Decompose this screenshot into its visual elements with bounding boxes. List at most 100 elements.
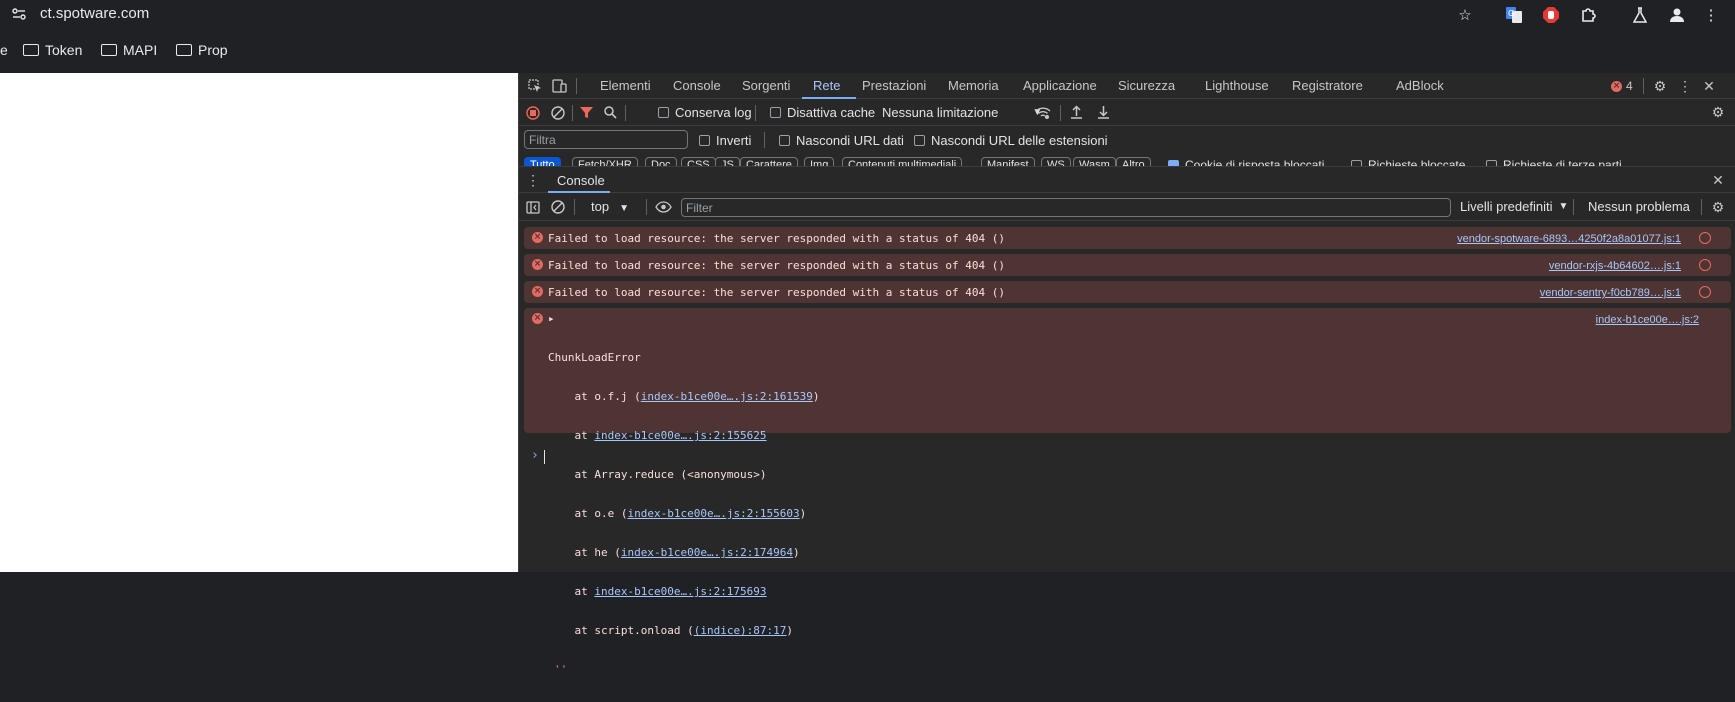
clear-icon[interactable]	[550, 105, 565, 120]
chip-manifest[interactable]: Manifest	[981, 157, 1035, 166]
translate-extension-icon[interactable]: G	[1504, 5, 1524, 25]
tab-applicazione[interactable]: Applicazione	[1023, 78, 1097, 93]
record-stop-icon[interactable]	[525, 105, 540, 120]
tab-rete[interactable]: Rete	[813, 78, 840, 93]
folder-icon	[23, 44, 39, 56]
disable-cache-checkbox[interactable]: Disattiva cache	[770, 105, 875, 120]
bookmark-star-icon[interactable]: ☆	[1455, 5, 1475, 25]
tab-console[interactable]: Console	[673, 78, 721, 93]
browser-menu-icon[interactable]: ⋮	[1701, 5, 1721, 25]
tab-sicurezza[interactable]: Sicurezza	[1118, 78, 1175, 93]
chip-other[interactable]: Altro	[1116, 157, 1151, 166]
tab-registratore[interactable]: Registratore	[1292, 78, 1363, 93]
chip-doc[interactable]: Doc	[645, 157, 677, 166]
console-settings-gear-icon[interactable]: ⚙	[1710, 199, 1726, 215]
invert-checkbox[interactable]: Inverti	[699, 133, 751, 148]
hide-data-urls-checkbox[interactable]: Nascondi URL dati	[779, 133, 904, 148]
bookmark-item[interactable]: e	[0, 42, 8, 58]
chip-font[interactable]: Carattere	[740, 157, 798, 166]
tab-adblock[interactable]: AdBlock	[1396, 78, 1444, 93]
console-input[interactable]	[544, 450, 545, 464]
stack-frame-link[interactable]: index-b1ce00e….js:2:174964	[621, 546, 793, 559]
message-source-link[interactable]: index-b1ce00e….js:2	[1596, 314, 1699, 326]
tab-prestazioni[interactable]: Prestazioni	[862, 78, 926, 93]
expand-toggle-icon[interactable]: ▸	[548, 312, 555, 325]
chip-js[interactable]: JS	[715, 157, 740, 166]
context-select[interactable]: top ▼	[591, 199, 629, 214]
chip-ws[interactable]: WS	[1041, 157, 1071, 166]
bookmark-folder-prop[interactable]: Prop	[176, 42, 228, 58]
search-icon[interactable]	[603, 105, 618, 120]
network-filter-row: Filtra Inverti Nascondi URL dati Nascond…	[519, 126, 1735, 153]
error-icon: ×	[532, 313, 543, 324]
blocked-cookies-checkbox[interactable]: Cookie di risposta bloccati	[1168, 158, 1324, 166]
preserve-log-checkbox[interactable]: Conserva log	[658, 105, 752, 120]
tab-memoria[interactable]: Memoria	[948, 78, 999, 93]
sidebar-toggle-icon[interactable]	[525, 199, 541, 215]
network-conditions-icon[interactable]	[1034, 104, 1051, 121]
filter-funnel-icon[interactable]	[579, 105, 594, 120]
close-drawer-icon[interactable]: ✕	[1710, 172, 1726, 188]
omnibox[interactable]: ct.spotware.com ☆ G ⋮	[0, 0, 1735, 30]
devtools-menu-icon[interactable]: ⋮	[1677, 78, 1693, 94]
third-party-checkbox[interactable]: Richieste di terze parti	[1486, 158, 1622, 166]
clear-console-icon[interactable]	[550, 199, 566, 215]
site-settings-icon[interactable]	[12, 8, 26, 20]
console-filter-input[interactable]: Filter	[681, 198, 1451, 217]
error-title: ChunkLoadError	[548, 351, 641, 364]
stack-frame: at o.e (index-b1ce00e….js:2:155603)	[548, 507, 807, 520]
labs-flask-icon[interactable]	[1630, 5, 1650, 25]
chip-fetch-xhr[interactable]: Fetch/XHR	[572, 157, 638, 166]
bookmark-folder-mapi[interactable]: MAPI	[101, 42, 157, 58]
chip-all[interactable]: Tutto	[524, 157, 561, 166]
network-filter-input[interactable]: Filtra	[524, 130, 688, 149]
adblock-extension-icon[interactable]	[1541, 5, 1561, 25]
message-source-link[interactable]: vendor-rxjs-4b64602….js:1	[1549, 260, 1681, 272]
issues-button[interactable]: Nessun problema	[1588, 199, 1690, 214]
console-toolbar: top ▼ Filter Livelli predefiniti ▼ Nessun …	[519, 193, 1735, 221]
stack-frame-link[interactable]: index-b1ce00e….js:2:155603	[627, 507, 799, 520]
log-levels-select[interactable]: Livelli predefiniti ▼	[1460, 199, 1568, 214]
tab-elementi[interactable]: Elementi	[600, 78, 651, 93]
tab-lighthouse[interactable]: Lighthouse	[1205, 78, 1269, 93]
stack-frame-link[interactable]: (indice):87:17	[694, 624, 787, 637]
profile-avatar-icon[interactable]	[1667, 5, 1687, 25]
settings-gear-icon[interactable]: ⚙	[1652, 78, 1668, 94]
network-request-icon[interactable]	[1699, 259, 1711, 271]
extensions-puzzle-icon[interactable]	[1578, 5, 1598, 25]
chip-css[interactable]: CSS	[681, 157, 716, 166]
chip-media[interactable]: Contenuti multimediali	[842, 157, 963, 166]
error-counter[interactable]: × 4	[1611, 79, 1633, 93]
network-request-icon[interactable]	[1699, 286, 1711, 298]
stack-frame: at Array.reduce (<anonymous>)	[548, 468, 767, 481]
error-icon: ×	[532, 259, 543, 270]
hide-extension-urls-checkbox[interactable]: Nascondi URL delle estensioni	[914, 133, 1108, 148]
drawer-tab-console[interactable]: Console	[557, 173, 605, 188]
tab-sorgenti[interactable]: Sorgenti	[742, 78, 790, 93]
export-har-icon[interactable]	[1095, 104, 1111, 120]
chip-wasm[interactable]: Wasm	[1073, 157, 1116, 166]
string-tail: ''	[554, 663, 568, 676]
drawer-tab-bar: ⋮ Console ✕	[519, 166, 1735, 193]
stack-frame-link[interactable]: index-b1ce00e….js:2:175693	[594, 585, 766, 598]
device-toolbar-icon[interactable]	[551, 78, 567, 94]
stack-frame-link[interactable]: index-b1ce00e….js:2:161539	[641, 390, 813, 403]
message-source-link[interactable]: vendor-spotware-6893…4250f2a8a01077.js:1	[1457, 233, 1681, 245]
blocked-requests-checkbox[interactable]: Richieste bloccate	[1351, 158, 1465, 166]
bookmark-folder-token[interactable]: Token	[23, 42, 82, 58]
import-har-icon[interactable]	[1068, 104, 1084, 120]
drawer-menu-icon[interactable]: ⋮	[526, 172, 540, 188]
address-bar-url[interactable]: ct.spotware.com	[40, 5, 149, 22]
chip-img[interactable]: Img	[804, 157, 835, 166]
network-request-icon[interactable]	[1699, 232, 1711, 244]
stack-frame-link[interactable]: index-b1ce00e….js:2:155625	[594, 429, 766, 442]
inspect-element-icon[interactable]	[527, 78, 543, 94]
close-devtools-icon[interactable]: ✕	[1701, 78, 1717, 94]
stack-trace: ChunkLoadError at o.f.j (index-b1ce00e….…	[548, 325, 820, 702]
live-expression-eye-icon[interactable]	[654, 199, 672, 215]
chevron-down-icon: ▼	[619, 203, 629, 214]
network-settings-gear-icon[interactable]: ⚙	[1710, 104, 1726, 120]
message-source-link[interactable]: vendor-sentry-f0cb789….js:1	[1540, 287, 1681, 299]
network-toolbar: Conserva log Disattiva cache Nessuna lim…	[519, 99, 1735, 126]
throttling-select[interactable]: Nessuna limitazione ▼	[882, 105, 1042, 120]
